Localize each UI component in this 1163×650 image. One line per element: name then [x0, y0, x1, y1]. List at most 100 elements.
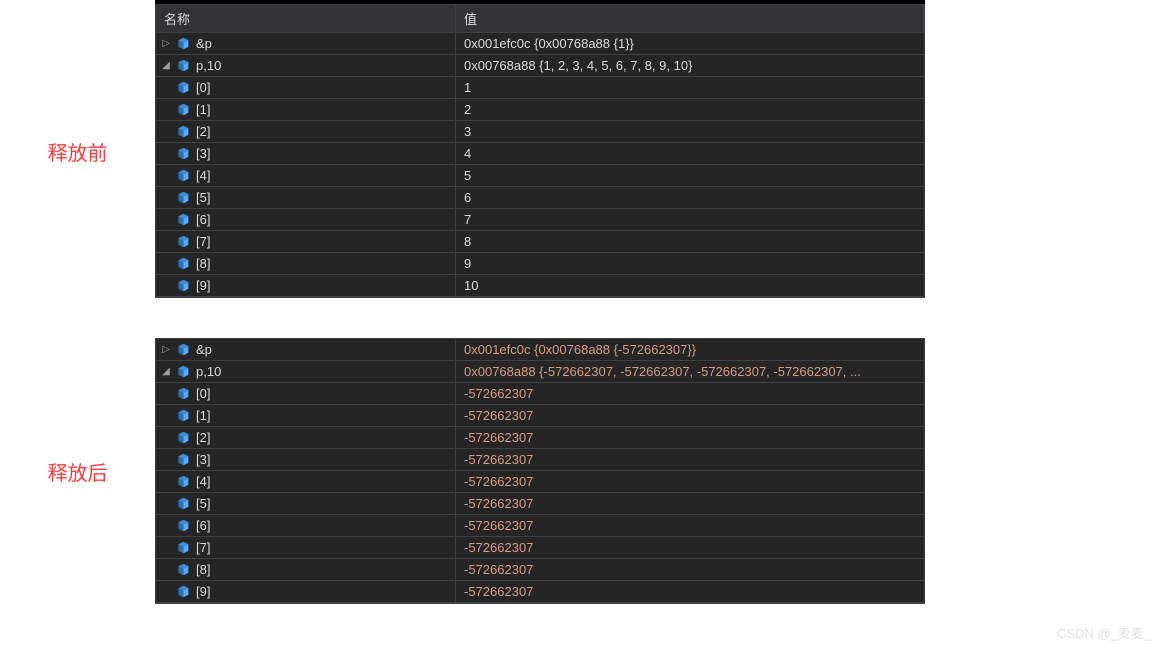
watch-value-cell[interactable]: -572662307 [456, 427, 924, 448]
variable-name: [3] [196, 146, 210, 161]
col-header-name[interactable]: 名称 [156, 5, 456, 32]
expander-icon[interactable]: ▷ [160, 344, 172, 356]
watch-value-cell[interactable]: -572662307 [456, 537, 924, 558]
watch-value-cell[interactable]: 2 [456, 99, 924, 120]
variable-name: p,10 [196, 364, 221, 379]
variable-icon [176, 453, 190, 467]
watch-row[interactable]: [0]1 [156, 77, 924, 99]
variable-icon [176, 475, 190, 489]
watch-row[interactable]: [8]9 [156, 253, 924, 275]
watch-value-cell[interactable]: -572662307 [456, 405, 924, 426]
watch-row[interactable]: ◢p,100x00768a88 {1, 2, 3, 4, 5, 6, 7, 8,… [156, 55, 924, 77]
watch-name-cell[interactable]: [9] [156, 581, 456, 602]
watch-row[interactable]: [6]7 [156, 209, 924, 231]
variable-icon [176, 279, 190, 293]
watch-row[interactable]: [9] -572662307 [156, 581, 924, 603]
variable-icon [176, 497, 190, 511]
watch-name-cell[interactable]: [1] [156, 99, 456, 120]
variable-name: [9] [196, 584, 210, 599]
variable-icon [176, 103, 190, 117]
variable-name: [7] [196, 234, 210, 249]
watch-name-cell[interactable]: ▷&p [156, 33, 456, 54]
watch-row[interactable]: [5]6 [156, 187, 924, 209]
variable-name: [1] [196, 102, 210, 117]
watch-name-cell[interactable]: [1] [156, 405, 456, 426]
watch-row[interactable]: ◢ p,10 0x00768a88 {-572662307, -572662307,… [156, 361, 924, 383]
watch-name-cell[interactable]: ▷&p [156, 339, 456, 360]
watch-name-cell[interactable]: [6] [156, 515, 456, 536]
watch-name-cell[interactable]: [8] [156, 559, 456, 580]
watch-name-cell[interactable]: [6] [156, 209, 456, 230]
watch-row[interactable]: [7] -572662307 [156, 537, 924, 559]
variable-icon [176, 431, 190, 445]
variable-name: [8] [196, 562, 210, 577]
variable-icon [176, 409, 190, 423]
watch-row[interactable]: [2]-572662307 [156, 427, 924, 449]
variable-icon [176, 169, 190, 183]
watch-name-cell[interactable]: [2] [156, 427, 456, 448]
watch-name-cell[interactable]: [4] [156, 471, 456, 492]
watch-row[interactable]: [1] -572662307 [156, 405, 924, 427]
watch-row[interactable]: [6]-572662307 [156, 515, 924, 537]
watch-value-cell[interactable]: -572662307 [456, 559, 924, 580]
watch-name-cell[interactable]: [3] [156, 143, 456, 164]
watch-row[interactable]: [4]5 [156, 165, 924, 187]
variable-name: [7] [196, 540, 210, 555]
watch-name-cell[interactable]: [0] [156, 383, 456, 404]
watch-value-cell[interactable]: 5 [456, 165, 924, 186]
variable-icon [176, 541, 190, 555]
expander-icon[interactable]: ◢ [160, 366, 172, 378]
watch-row[interactable]: [4]-572662307 [156, 471, 924, 493]
watch-row[interactable]: [3] 4 [156, 143, 924, 165]
watch-name-cell[interactable]: [0] [156, 77, 456, 98]
watch-name-cell[interactable]: [7] [156, 231, 456, 252]
variable-name: [1] [196, 408, 210, 423]
watch-value-cell[interactable]: 0x00768a88 {1, 2, 3, 4, 5, 6, 7, 8, 9, 1… [456, 55, 924, 76]
variable-icon [176, 563, 190, 577]
watch-name-cell[interactable]: [2] [156, 121, 456, 142]
variable-icon [176, 387, 190, 401]
watch-row[interactable]: [3]-572662307 [156, 449, 924, 471]
watch-value-cell[interactable]: -572662307 [456, 515, 924, 536]
watch-name-cell[interactable]: [5] [156, 493, 456, 514]
watch-value-cell[interactable]: -572662307 [456, 471, 924, 492]
expander-icon[interactable]: ◢ [160, 60, 172, 72]
watch-name-cell[interactable]: ◢ p,10 [156, 361, 456, 382]
section-before: 释放前 名称值▷&p0x001efc0c {0x00768a88 {1}}◢p,… [0, 4, 1163, 298]
watch-value-cell[interactable]: 8 [456, 231, 924, 252]
watch-panel-before: 名称值▷&p0x001efc0c {0x00768a88 {1}}◢p,100x… [155, 4, 925, 298]
watch-name-cell[interactable]: [5] [156, 187, 456, 208]
watch-value-cell[interactable]: 0x001efc0c {0x00768a88 {-572662307}} [456, 339, 924, 360]
watch-name-cell[interactable]: [3] [156, 449, 456, 470]
watch-value-cell[interactable]: -572662307 [456, 449, 924, 470]
watch-value-cell[interactable]: 7 [456, 209, 924, 230]
watch-value-cell[interactable]: 10 [456, 275, 924, 296]
watch-row[interactable]: [8] -572662307 [156, 559, 924, 581]
watch-value-cell[interactable]: 6 [456, 187, 924, 208]
variable-icon [176, 59, 190, 73]
watch-value-cell[interactable]: 9 [456, 253, 924, 274]
watch-value-cell[interactable]: 1 [456, 77, 924, 98]
watch-name-cell[interactable]: [8] [156, 253, 456, 274]
watch-value-cell[interactable]: 0x00768a88 {-572662307, -572662307, -572… [456, 361, 924, 382]
watch-row[interactable]: [9]10 [156, 275, 924, 297]
watch-value-cell[interactable]: -572662307 [456, 383, 924, 404]
watch-row[interactable]: [0]-572662307 [156, 383, 924, 405]
watch-row[interactable]: [1] 2 [156, 99, 924, 121]
col-header-value[interactable]: 值 [456, 5, 924, 32]
watch-row[interactable]: ▷&p0x001efc0c {0x00768a88 {1}} [156, 33, 924, 55]
watch-value-cell[interactable]: -572662307 [456, 581, 924, 602]
watch-row[interactable]: ▷&p0x001efc0c {0x00768a88 {-572662307}} [156, 339, 924, 361]
watch-value-cell[interactable]: -572662307 [456, 493, 924, 514]
watch-value-cell[interactable]: 4 [456, 143, 924, 164]
watch-value-cell[interactable]: 0x001efc0c {0x00768a88 {1}} [456, 33, 924, 54]
watch-row[interactable]: [2]3 [156, 121, 924, 143]
watch-name-cell[interactable]: ◢p,10 [156, 55, 456, 76]
expander-icon[interactable]: ▷ [160, 38, 172, 50]
watch-name-cell[interactable]: [4] [156, 165, 456, 186]
watch-value-cell[interactable]: 3 [456, 121, 924, 142]
watch-name-cell[interactable]: [7] [156, 537, 456, 558]
watch-name-cell[interactable]: [9] [156, 275, 456, 296]
watch-row[interactable]: [5]-572662307 [156, 493, 924, 515]
watch-row[interactable]: [7] 8 [156, 231, 924, 253]
